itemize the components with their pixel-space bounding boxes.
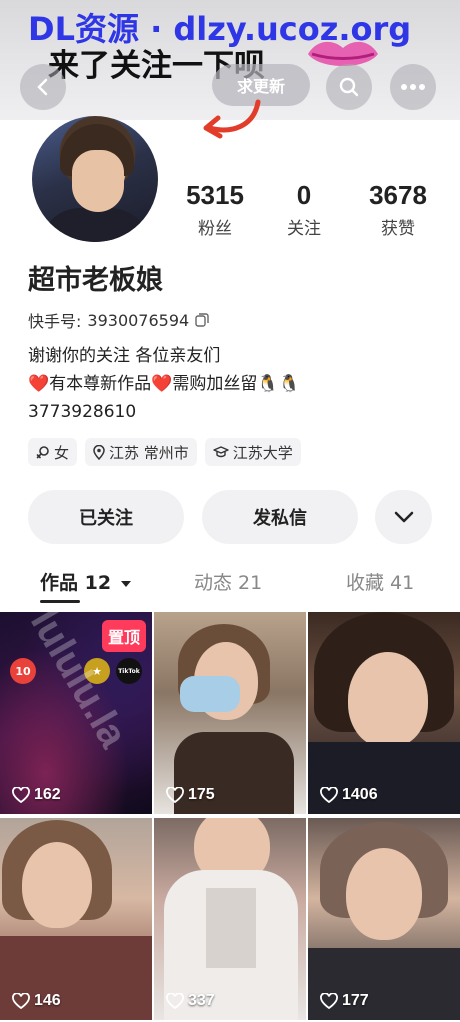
search-button[interactable] xyxy=(326,64,372,110)
tag-location-label: 江苏 常州市 xyxy=(109,443,189,462)
tab-works[interactable]: 作品 12 xyxy=(40,568,132,595)
video-grid: 10 ★ TikTok 置顶 lululu.la 162 175 1406 14… xyxy=(0,612,460,1022)
location-icon xyxy=(93,444,105,460)
tag-school: 江苏大学 xyxy=(204,438,301,466)
account-id-value: 3930076594 xyxy=(87,310,190,330)
active-tab-indicator xyxy=(40,600,80,603)
heart-outline-icon xyxy=(320,993,338,1009)
send-message-button[interactable]: 发私信 xyxy=(202,490,358,544)
avatar[interactable] xyxy=(32,116,158,242)
tab-favorites[interactable]: 收藏 41 xyxy=(346,568,414,595)
video-thumbnail[interactable]: 175 xyxy=(154,612,306,814)
app-icon-3: TikTok xyxy=(116,658,142,684)
arrow-sticker-icon xyxy=(203,99,261,139)
video-likes: 1406 xyxy=(320,786,378,804)
back-button[interactable] xyxy=(20,64,66,110)
video-likes: 175 xyxy=(166,786,215,804)
heart-outline-icon xyxy=(12,993,30,1009)
video-thumbnail[interactable]: 1406 xyxy=(308,612,460,814)
tag-gender-label: 女 xyxy=(54,443,70,462)
stat-following[interactable]: 0 关注 xyxy=(264,180,344,239)
video-likes-count: 177 xyxy=(342,992,369,1009)
chevron-down-icon xyxy=(394,511,413,523)
app-icon-1: 10 xyxy=(10,658,36,684)
fans-label: 粉丝 xyxy=(198,219,232,239)
video-likes: 146 xyxy=(12,992,61,1010)
video-likes-count: 337 xyxy=(188,992,215,1009)
tab-works-label: 作品 12 xyxy=(40,572,112,594)
expand-recommendations-button[interactable] xyxy=(375,490,432,544)
profile-bio: 谢谢你的关注 各位亲友们 ❤️有本尊新作品❤️需购加丝留🐧🐧 377392861… xyxy=(28,346,300,422)
copy-icon[interactable] xyxy=(195,313,209,327)
tab-moments[interactable]: 动态 21 xyxy=(194,568,262,595)
account-id-label: 快手号: xyxy=(28,312,82,331)
video-likes: 177 xyxy=(320,992,369,1010)
profile-tags: 女 江苏 常州市 江苏大学 xyxy=(28,438,301,466)
app-icon-2: ★ xyxy=(84,658,110,684)
heart-outline-icon xyxy=(166,993,184,1009)
video-thumbnail[interactable]: 177 xyxy=(308,818,460,1020)
video-thumbnail[interactable]: 146 xyxy=(0,818,152,1020)
profile-actions: 已关注 发私信 xyxy=(28,490,432,544)
fans-count: 5315 xyxy=(186,180,244,210)
video-likes-count: 162 xyxy=(34,786,61,803)
stat-fans[interactable]: 5315 粉丝 xyxy=(170,180,260,239)
graduation-cap-icon xyxy=(213,446,229,458)
followed-button[interactable]: 已关注 xyxy=(28,490,184,544)
video-likes: 337 xyxy=(166,992,215,1010)
chevron-left-icon xyxy=(37,78,48,96)
video-likes-count: 1406 xyxy=(342,786,378,803)
following-count: 0 xyxy=(296,180,312,210)
content-tabs: 作品 12 动态 21 收藏 41 xyxy=(0,562,460,606)
likes-count: 3678 xyxy=(369,180,427,210)
more-dots-icon xyxy=(401,84,425,90)
heart-outline-icon xyxy=(166,787,184,803)
video-likes-count: 146 xyxy=(34,992,61,1009)
account-id-row[interactable]: 快手号: 3930076594 xyxy=(28,308,209,332)
video-thumbnail[interactable]: 337 xyxy=(154,818,306,1020)
likes-label: 获赞 xyxy=(381,219,415,239)
more-options-button[interactable] xyxy=(390,64,436,110)
pinned-badge: 置顶 xyxy=(101,620,146,652)
tag-school-label: 江苏大学 xyxy=(232,443,293,462)
video-likes: 162 xyxy=(12,786,61,804)
tag-location: 江苏 常州市 xyxy=(85,438,197,466)
caret-down-icon xyxy=(120,580,131,587)
heart-outline-icon xyxy=(320,787,338,803)
video-thumbnail[interactable]: 10 ★ TikTok 置顶 lululu.la 162 xyxy=(0,612,152,814)
following-label: 关注 xyxy=(287,219,321,239)
female-icon xyxy=(36,446,49,459)
search-icon xyxy=(339,77,359,97)
tag-gender: 女 xyxy=(28,438,78,466)
profile-nickname: 超市老板娘 xyxy=(28,265,163,296)
video-likes-count: 175 xyxy=(188,786,215,803)
stat-likes[interactable]: 3678 获赞 xyxy=(348,180,448,239)
profile-stats: 5315 粉丝 0 关注 3678 获赞 xyxy=(170,180,450,242)
heart-outline-icon xyxy=(12,787,30,803)
